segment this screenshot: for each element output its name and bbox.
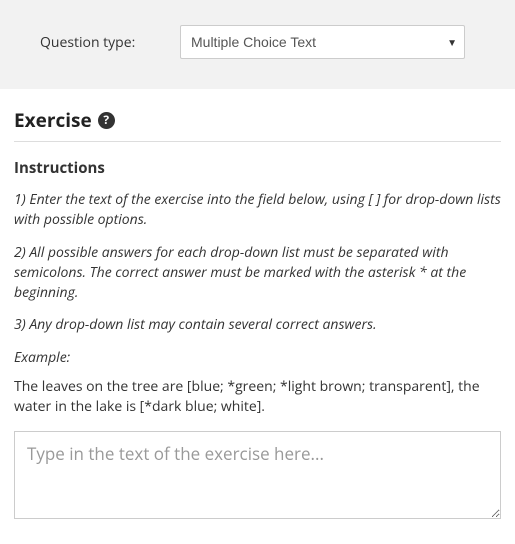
- question-type-label: Question type:: [20, 33, 160, 52]
- example-label: Example:: [14, 348, 501, 367]
- instructions-heading: Instructions: [14, 158, 501, 178]
- question-type-select-wrap: Multiple Choice Text ▼: [180, 25, 465, 59]
- exercise-heading-text: Exercise: [14, 107, 92, 133]
- example-text: The leaves on the tree are [blue; *green…: [14, 377, 501, 418]
- exercise-section: Exercise ? Instructions 1) Enter the tex…: [0, 89, 515, 544]
- question-type-row: Question type: Multiple Choice Text ▼: [0, 0, 515, 89]
- question-type-select[interactable]: Multiple Choice Text: [180, 25, 465, 59]
- instruction-step: 2) All possible answers for each drop-do…: [14, 243, 501, 304]
- help-icon[interactable]: ?: [98, 112, 115, 129]
- instruction-step: 3) Any drop-down list may contain severa…: [14, 315, 501, 335]
- instruction-step: 1) Enter the text of the exercise into t…: [14, 190, 501, 231]
- exercise-textarea[interactable]: [14, 431, 501, 519]
- exercise-heading: Exercise ?: [14, 107, 501, 142]
